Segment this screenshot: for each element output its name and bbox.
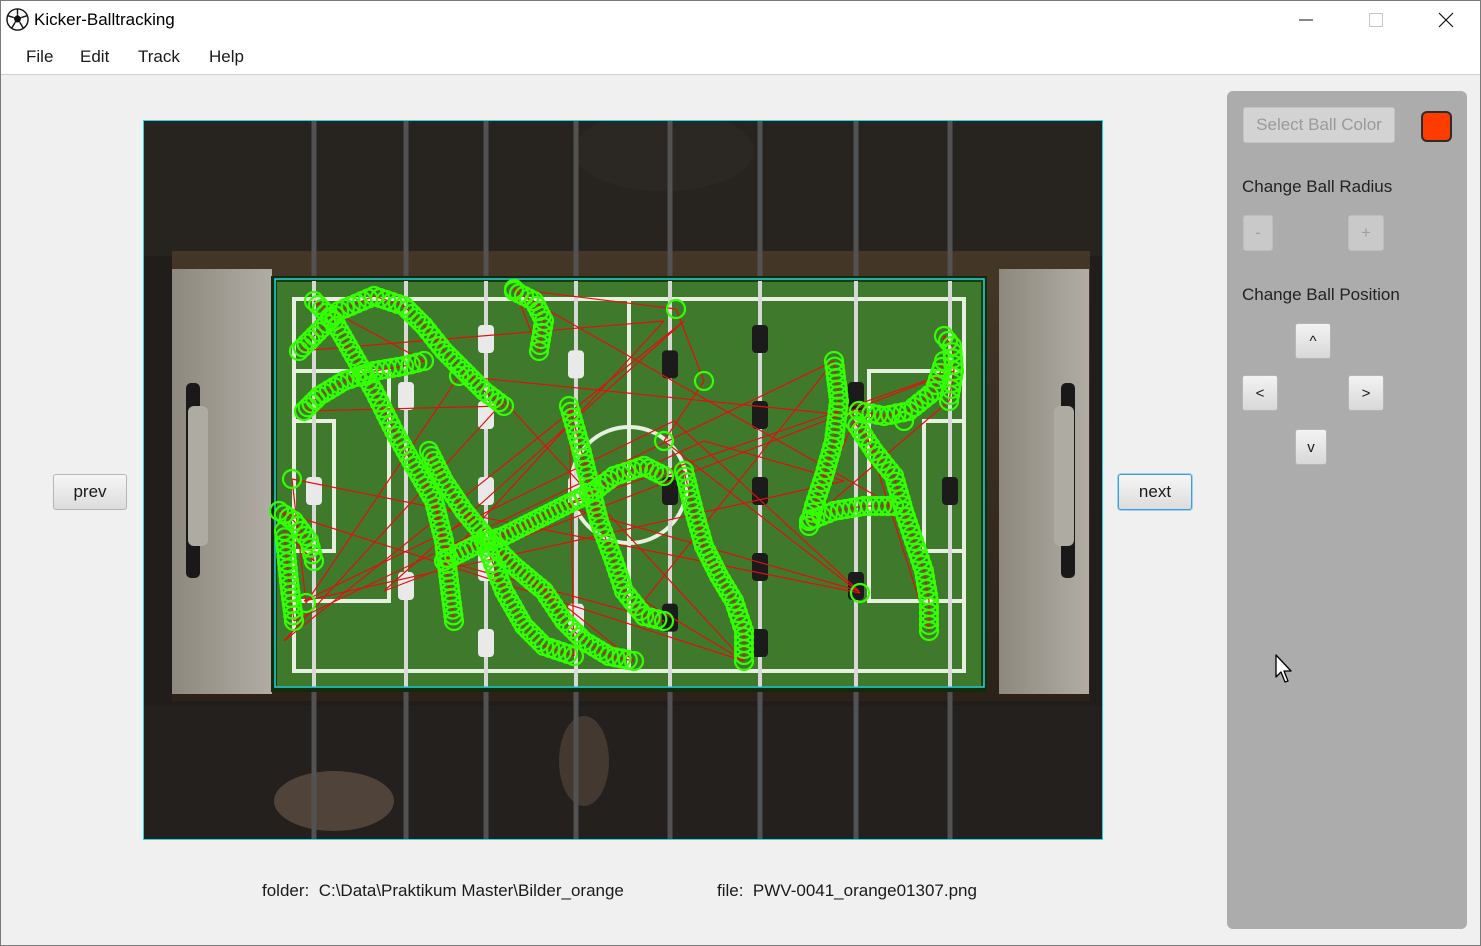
- maximize-button[interactable]: [1341, 1, 1411, 39]
- player-figure: [398, 382, 414, 410]
- close-button[interactable]: [1411, 1, 1481, 39]
- soccer-ball-icon: [6, 8, 29, 31]
- minimize-button[interactable]: [1271, 1, 1341, 39]
- player-figure: [478, 325, 494, 353]
- player-figure: [752, 325, 768, 353]
- folder-path-label: folder: C:\Data\Praktikum Master\Bilder_…: [262, 881, 624, 901]
- maximize-icon: [1369, 13, 1383, 27]
- file-name: PWV-0041_orange01307.png: [752, 881, 977, 900]
- foosball-table-image: [144, 121, 1102, 839]
- title-bar[interactable]: Kicker-Balltracking: [1, 1, 1480, 39]
- player-figure: [752, 629, 768, 657]
- prev-button[interactable]: prev: [53, 474, 127, 510]
- player-figure: [662, 350, 678, 379]
- folder-path: C:\Data\Praktikum Master\Bilder_orange: [318, 881, 624, 900]
- move-up-button[interactable]: ^: [1295, 323, 1331, 359]
- control-panel: Select Ball Color Change Ball Radius - +…: [1227, 91, 1467, 929]
- minimize-icon: [1299, 19, 1313, 21]
- player-figure: [478, 629, 494, 657]
- player-figure: [752, 553, 768, 581]
- radius-increase-button[interactable]: +: [1348, 215, 1384, 251]
- close-icon: [1438, 12, 1454, 28]
- player-figure: [568, 350, 584, 379]
- window-title: Kicker-Balltracking: [34, 10, 175, 29]
- select-ball-color-button[interactable]: Select Ball Color: [1243, 107, 1395, 143]
- file-name-label: file: PWV-0041_orange01307.png: [717, 881, 977, 901]
- menu-help[interactable]: Help: [209, 47, 244, 67]
- menu-track[interactable]: Track: [138, 47, 180, 67]
- ball-color-swatch[interactable]: [1421, 111, 1452, 142]
- menu-file[interactable]: File: [26, 47, 53, 67]
- tracking-image-view[interactable]: [143, 120, 1103, 840]
- radius-heading: Change Ball Radius: [1242, 177, 1393, 196]
- player-figure: [306, 477, 322, 505]
- move-left-button[interactable]: <: [1242, 375, 1278, 411]
- player-figure: [478, 477, 494, 505]
- player-figure: [942, 477, 958, 505]
- menu-edit[interactable]: Edit: [80, 47, 109, 67]
- radius-decrease-button[interactable]: -: [1243, 215, 1273, 251]
- app-window: Kicker-Balltracking File Edit Track Help…: [0, 0, 1481, 946]
- folder-caption: folder:: [262, 881, 310, 900]
- next-button[interactable]: next: [1118, 474, 1192, 510]
- move-right-button[interactable]: >: [1348, 375, 1384, 411]
- menu-bar: File Edit Track Help: [1, 39, 1480, 75]
- file-caption: file:: [717, 881, 744, 900]
- mouse-pointer-icon: [1275, 654, 1292, 683]
- position-heading: Change Ball Position: [1242, 285, 1400, 304]
- move-down-button[interactable]: v: [1295, 429, 1327, 465]
- player-figure: [752, 401, 768, 429]
